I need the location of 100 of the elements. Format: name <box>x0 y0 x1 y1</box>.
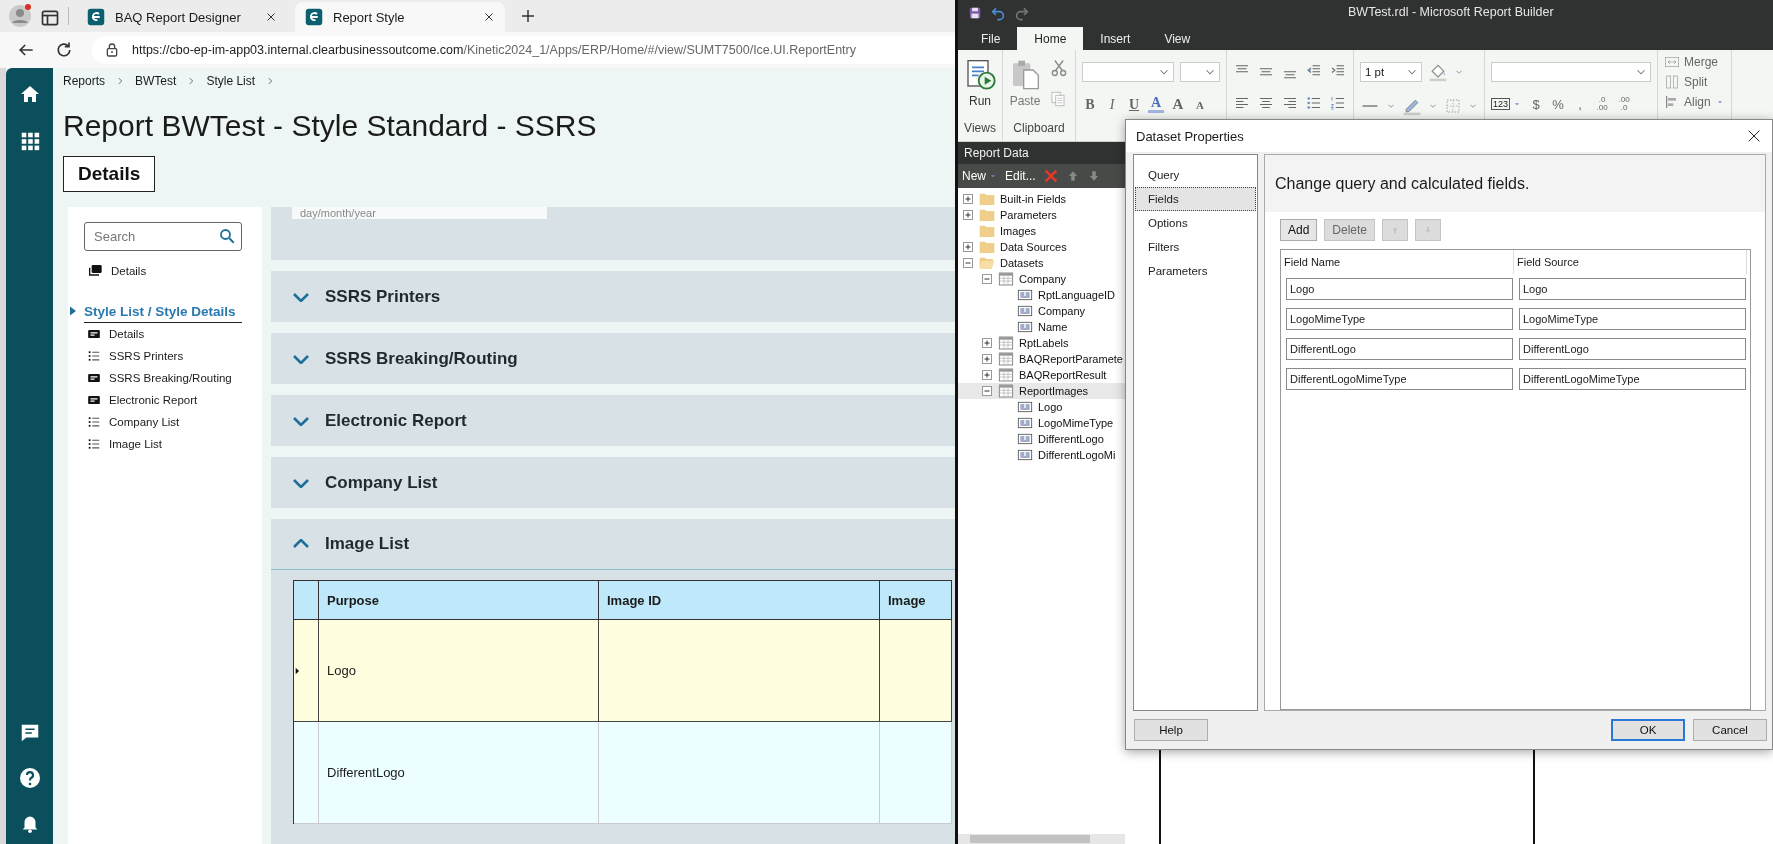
nav-item[interactable]: SSRS Printers <box>84 345 262 367</box>
close-icon[interactable] <box>265 11 277 23</box>
format-button[interactable]: A <box>1170 96 1186 113</box>
field-name-input[interactable]: DifferentLogoMimeType <box>1286 368 1513 390</box>
save-icon[interactable] <box>968 5 982 20</box>
expand-icon[interactable] <box>962 209 974 221</box>
decimal-button[interactable]: .00 .0 <box>1616 96 1633 112</box>
border-width-dropdown[interactable]: 1 pt <box>1360 62 1422 82</box>
tree-item[interactable]: Built-in Fields <box>958 191 1125 207</box>
ribbon-tab[interactable]: Insert <box>1083 27 1148 50</box>
expand-icon[interactable] <box>962 241 974 253</box>
tree-item[interactable]: Company <box>958 303 1125 319</box>
field-name-input[interactable]: DifferentLogo <box>1286 338 1513 360</box>
expand-icon[interactable] <box>981 353 993 365</box>
close-icon[interactable] <box>483 11 495 23</box>
tree-item[interactable]: Parameters <box>958 207 1125 223</box>
ok-button[interactable]: OK <box>1611 719 1685 741</box>
page-item[interactable]: Query <box>1135 163 1256 187</box>
decimal-button[interactable]: .0 .00 <box>1594 96 1611 112</box>
help-icon[interactable] <box>17 766 42 790</box>
nav-section-link[interactable]: Style List / Style Details <box>84 300 242 323</box>
field-source-input[interactable]: Logo <box>1519 278 1746 300</box>
breadcrumb-link[interactable]: Reports <box>63 74 106 88</box>
collapse-icon[interactable] <box>981 385 993 397</box>
page-item[interactable]: Fields <box>1135 187 1256 211</box>
new-button[interactable]: New <box>962 169 998 183</box>
format-button[interactable]: I <box>1104 96 1120 113</box>
split-button[interactable]: Split <box>1664 74 1725 90</box>
add-button[interactable]: Add <box>1280 219 1318 241</box>
nav-item[interactable]: Details <box>84 260 262 282</box>
tree-item[interactable]: Company <box>958 271 1125 287</box>
address-bar[interactable]: https://cbo-ep-im-app03.internal.clearbusinessoutcome.com/Kinetic2024_1/Apps/ERP/Home/#/view/SUMT7500/Ice.UI.ReportEntry <box>92 36 955 64</box>
merge-button[interactable]: Merge <box>1664 54 1725 70</box>
format-button[interactable]: A <box>1192 98 1208 111</box>
reload-icon[interactable] <box>54 40 74 60</box>
lock-icon[interactable] <box>104 42 120 58</box>
number-button[interactable]: $ <box>1528 96 1545 112</box>
nav-item[interactable]: Image List <box>84 433 262 455</box>
field-name-input[interactable]: Logo <box>1286 278 1513 300</box>
horizontal-scrollbar[interactable] <box>958 834 1125 844</box>
ribbon-tab[interactable]: File <box>964 27 1018 50</box>
ribbon-tab[interactable]: Home <box>1017 27 1084 50</box>
tree-item[interactable]: RptLabels <box>958 335 1125 351</box>
collapse-icon[interactable] <box>981 273 993 285</box>
page-item[interactable]: Options <box>1135 211 1256 235</box>
numbered-list-icon[interactable] <box>1329 94 1347 112</box>
expand-icon[interactable] <box>981 369 993 381</box>
field-source-input[interactable]: LogoMimeType <box>1519 308 1746 330</box>
column-header[interactable]: Image <box>880 580 952 620</box>
page-item[interactable]: Parameters <box>1135 259 1256 283</box>
expand-icon[interactable] <box>962 193 974 205</box>
profile-avatar-icon[interactable] <box>8 4 32 28</box>
ribbon-tab[interactable]: View <box>1147 27 1208 50</box>
format-button[interactable]: A <box>1148 96 1164 113</box>
edit-button[interactable]: Edit... <box>1005 169 1036 183</box>
nav-item[interactable]: Details <box>84 323 262 345</box>
align-button[interactable]: Align <box>1664 94 1725 110</box>
search-icon[interactable] <box>218 227 236 245</box>
format-button[interactable]: B <box>1082 96 1098 113</box>
sidebar-icon[interactable] <box>40 8 60 28</box>
tree-item[interactable]: ReportImages <box>958 383 1125 399</box>
field-name-input[interactable]: LogoMimeType <box>1286 308 1513 330</box>
date-field[interactable]: day/month/year <box>292 207 547 219</box>
tree-item[interactable]: BAQReportParamete <box>958 351 1125 367</box>
number-button[interactable]: % <box>1550 96 1567 112</box>
tree-item[interactable]: Data Sources <box>958 239 1125 255</box>
tree-item[interactable]: DifferentLogoMi <box>958 447 1125 463</box>
tree-item[interactable]: RptLanguageID <box>958 287 1125 303</box>
help-button[interactable]: Help <box>1134 719 1208 741</box>
accordion-header[interactable]: Electronic Report <box>271 395 955 446</box>
nav-item[interactable]: Company List <box>84 411 262 433</box>
close-icon[interactable] <box>1746 128 1762 144</box>
field-source-input[interactable]: DifferentLogoMimeType <box>1519 368 1746 390</box>
breadcrumb-link[interactable]: BWTest <box>135 74 177 88</box>
tree-item[interactable]: LogoMimeType <box>958 415 1125 431</box>
new-tab-icon[interactable] <box>519 7 537 25</box>
tree-item[interactable]: Images <box>958 223 1125 239</box>
paint-bucket-icon[interactable] <box>1428 62 1448 82</box>
tree-item[interactable]: DifferentLogo <box>958 431 1125 447</box>
nav-item[interactable]: Electronic Report <box>84 389 262 411</box>
field-source-input[interactable]: DifferentLogo <box>1519 338 1746 360</box>
browser-tab[interactable]: Report Style <box>295 2 505 32</box>
tree-item[interactable]: BAQReportResult <box>958 367 1125 383</box>
details-tab[interactable]: Details <box>63 156 156 192</box>
nav-item[interactable]: SSRS Breaking/Routing <box>84 367 262 389</box>
search-field[interactable]: Search <box>84 222 242 251</box>
collapse-icon[interactable] <box>962 257 974 269</box>
tree-item[interactable]: Datasets <box>958 255 1125 271</box>
accordion-header[interactable]: SSRS Printers <box>271 271 955 322</box>
number-button[interactable]: , <box>1572 96 1589 112</box>
accordion-header[interactable]: Company List <box>271 457 955 508</box>
accordion-header[interactable]: Image List <box>271 519 955 570</box>
tree-item[interactable]: Name <box>958 319 1125 335</box>
breadcrumb-link[interactable]: Style List <box>206 74 256 88</box>
column-header[interactable]: Image ID <box>599 580 880 620</box>
bullet-list-icon[interactable] <box>1305 94 1323 112</box>
expand-icon[interactable] <box>981 337 993 349</box>
column-header[interactable]: Purpose <box>319 580 599 620</box>
accordion-header[interactable]: SSRS Breaking/Routing <box>271 333 955 384</box>
tree-item[interactable]: Logo <box>958 399 1125 415</box>
